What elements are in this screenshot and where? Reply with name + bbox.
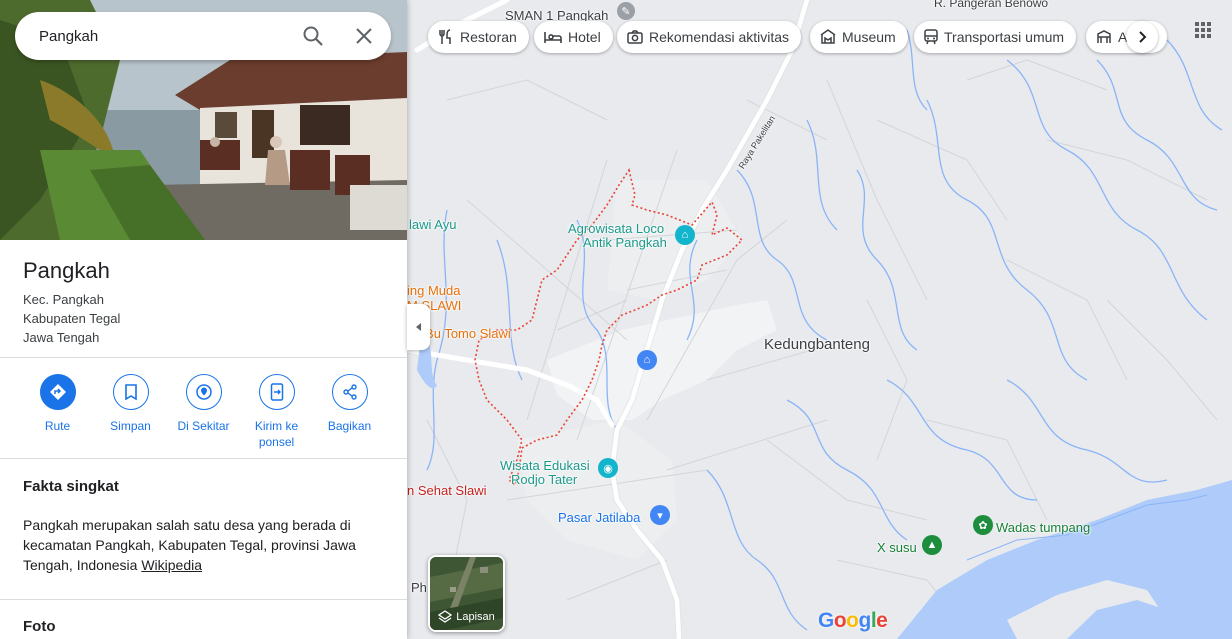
chip-label: Transportasi umum (944, 29, 1065, 45)
label-ph: Ph (411, 580, 427, 595)
chip-label: Museum (842, 29, 896, 45)
park-pin-icon[interactable]: ✿ (973, 515, 993, 535)
address-line: Kec. Pangkah (23, 292, 104, 307)
label-ging-muda: ing Muda (407, 283, 461, 298)
caret-left-icon (415, 323, 421, 331)
place-panel: Pangkah Kec. Pangkah Kabupaten Tegal Jaw… (0, 0, 407, 639)
save-circle (112, 374, 149, 410)
photos-title: Foto (23, 618, 56, 635)
label-sehat: n Sehat Slawi (407, 483, 487, 498)
facts-title: Fakta singkat (23, 478, 119, 495)
action-label: Di Sekitar (177, 419, 230, 433)
camera-icon (627, 30, 643, 44)
layers-label: Lapisan (456, 611, 495, 623)
tree-pin-icon[interactable]: ▲ (922, 535, 942, 555)
layers-button[interactable]: Lapisan (428, 555, 505, 632)
collapse-panel-button[interactable] (407, 304, 430, 350)
clear-search-button[interactable] (352, 24, 376, 48)
search-input[interactable] (39, 27, 289, 45)
share-button[interactable]: Bagikan (313, 374, 386, 450)
label-kedungbanteng: Kedungbanteng (764, 336, 870, 353)
museum-pin-icon[interactable]: ⌂ (675, 225, 695, 245)
label-wisata-1: Wisata Edukasi (500, 458, 590, 473)
action-label: Rute (44, 419, 71, 433)
directions-icon (49, 384, 66, 400)
shopping-pin-icon[interactable]: ▾ (650, 505, 670, 525)
send-circle (258, 374, 295, 410)
attraction-icon (1097, 30, 1111, 43)
address-line: Jawa Tengah (23, 330, 100, 345)
apps-grid-icon (1195, 22, 1211, 38)
museum-icon (820, 29, 836, 44)
divider (0, 458, 407, 459)
transit-icon (924, 29, 938, 45)
camera-pin-icon[interactable]: ◉ (598, 458, 618, 478)
chip-restoran[interactable]: Restoran (428, 21, 529, 53)
send-to-phone-button[interactable]: Kirim ke ponsel (240, 374, 313, 450)
wikipedia-link[interactable]: Wikipedia (141, 557, 202, 573)
google-logo: Google (818, 609, 888, 632)
layers-icon (438, 610, 453, 623)
directions-button[interactable]: Rute (21, 374, 94, 450)
map-canvas[interactable]: SMAN 1 Pangkah ✎ R. Pangeran Benowo Raya… (407, 0, 1232, 639)
label-agrowisata-2: Antik Pangkah (583, 235, 667, 250)
search-box[interactable] (15, 12, 391, 60)
nearby-icon (195, 384, 212, 400)
chevron-right-icon (1139, 31, 1147, 43)
action-label: Simpan (110, 419, 151, 433)
nearby-button[interactable]: Di Sekitar (167, 374, 240, 450)
chip-label: Hotel (568, 29, 601, 45)
action-label: Kirim ke ponsel (254, 419, 299, 449)
layers-label-wrap: Lapisan (430, 610, 503, 624)
label-agrowisata-1: Agrowisata Loco (568, 221, 665, 236)
address-line: Kabupaten Tegal (23, 311, 121, 326)
share-icon (342, 384, 357, 400)
share-circle (331, 374, 368, 410)
chip-label: Rekomendasi aktivitas (649, 29, 790, 45)
directions-circle (39, 374, 76, 410)
label-pasar: Pasar Jatilaba (558, 510, 641, 525)
nearby-circle (185, 374, 222, 410)
action-label: Bagikan (327, 419, 372, 433)
action-bar: Rute Simpan Di Sekitar Kirim ke ponsel B… (21, 374, 386, 450)
save-button[interactable]: Simpan (94, 374, 167, 450)
place-header: Pangkah Kec. Pangkah Kabupaten Tegal Jaw… (23, 258, 120, 347)
chip-hotel[interactable]: Hotel (534, 21, 613, 53)
map-base (407, 0, 1232, 639)
google-apps-button[interactable] (1190, 17, 1216, 43)
label-slawi-ayu: lawi Ayu (409, 217, 457, 232)
label-pangeran: R. Pangeran Benowo (934, 0, 1049, 10)
chip-museum[interactable]: Museum (810, 21, 908, 53)
label-xsusu: X susu (877, 540, 917, 555)
label-wadas: Wadas tumpang (996, 520, 1091, 535)
restaurant-icon (439, 29, 451, 44)
chip-rekomendasi[interactable]: Rekomendasi aktivitas (617, 21, 802, 53)
chips-next-button[interactable] (1126, 21, 1158, 53)
bookmark-icon (124, 384, 137, 400)
divider (0, 357, 407, 358)
place-hero-photo[interactable] (0, 0, 407, 240)
divider (0, 599, 407, 600)
place-title: Pangkah (23, 258, 110, 283)
home-pin-icon[interactable]: ⌂ (637, 350, 657, 370)
maps-app: SMAN 1 Pangkah ✎ R. Pangeran Benowo Raya… (0, 0, 1232, 639)
hotel-icon (544, 32, 562, 43)
send-to-phone-icon (270, 383, 283, 401)
label-wisata-2: Rodjo Tater (511, 472, 578, 487)
search-button[interactable] (301, 24, 325, 48)
search-icon (303, 26, 323, 46)
chip-label: Restoran (460, 29, 517, 45)
close-icon (356, 28, 372, 44)
school-pin-icon[interactable]: ✎ (617, 2, 635, 20)
chip-transportasi[interactable]: Transportasi umum (914, 21, 1077, 53)
facts-text: Pangkah merupakan salah satu desa yang b… (23, 515, 373, 575)
